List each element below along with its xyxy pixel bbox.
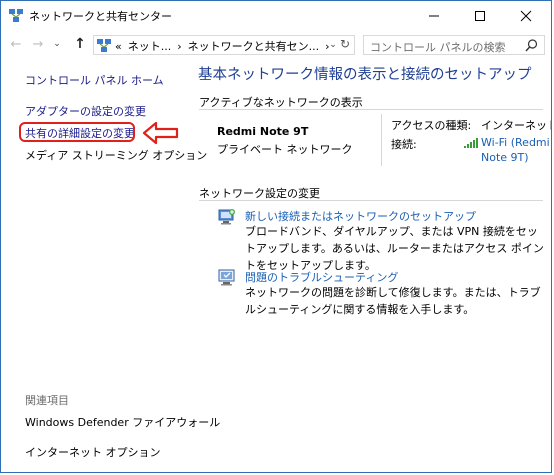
maximize-icon bbox=[475, 11, 485, 21]
control-panel-home-link[interactable]: コントロール パネル ホーム bbox=[25, 72, 164, 88]
navigation-bar: ← → ⌄ ↑ «ネット... › ネットワークと共有セン... › ⌄ ↻ コントロ… bbox=[1, 32, 551, 58]
network-profile: プライベート ネットワーク bbox=[217, 143, 353, 156]
section-divider bbox=[199, 109, 543, 110]
refresh-icon[interactable]: ↻ bbox=[336, 35, 354, 53]
forward-arrow-icon[interactable]: → bbox=[30, 36, 46, 52]
wifi-signal-icon bbox=[464, 138, 478, 148]
title-bar[interactable]: ネットワークと共有センター bbox=[1, 1, 551, 31]
network-center-icon bbox=[97, 39, 111, 52]
left-task-pane: コントロール パネル ホーム アダプターの設定の変更 共有の詳細設定の変更 メデ… bbox=[1, 59, 220, 472]
network-center-icon bbox=[9, 9, 23, 22]
main-content: 基本ネットワーク情報の表示と接続のセットアップ アクティブなネットワークの表示 … bbox=[181, 59, 552, 472]
highlight-box bbox=[19, 122, 135, 142]
breadcrumb: «ネット... › ネットワークと共有セン... › bbox=[115, 38, 336, 54]
up-arrow-icon[interactable]: ↑ bbox=[72, 36, 88, 52]
back-arrow-icon[interactable]: ← bbox=[8, 36, 24, 52]
maximize-button[interactable] bbox=[457, 1, 503, 31]
troubleshoot-icon bbox=[218, 269, 235, 286]
related-items-heading: 関連項目 bbox=[25, 394, 69, 407]
setup-new-connection-link[interactable]: 新しい接続またはネットワークのセットアップ bbox=[245, 208, 476, 224]
breadcrumb-separator[interactable]: › bbox=[177, 40, 181, 53]
wifi-connection-link-line1[interactable]: Wi-Fi (Redmi bbox=[481, 136, 550, 149]
search-input[interactable]: コントロール パネルの検索 bbox=[363, 35, 545, 55]
active-networks-heading: アクティブなネットワークの表示 bbox=[199, 96, 363, 109]
network-name: Redmi Note 9T bbox=[217, 125, 309, 138]
window-title: ネットワークと共有センター bbox=[29, 10, 172, 23]
close-button[interactable] bbox=[503, 1, 549, 31]
recent-locations-chevron-icon[interactable]: ⌄ bbox=[52, 38, 62, 50]
connection-label: 接続: bbox=[391, 138, 417, 151]
wifi-connection-link-line2[interactable]: Note 9T) bbox=[481, 151, 529, 164]
change-adapter-settings-link[interactable]: アダプターの設定の変更 bbox=[25, 103, 146, 119]
setup-new-connection-description: ブロードバンド、ダイヤルアップ、または VPN 接続をセットアップします。あるい… bbox=[245, 225, 544, 272]
address-bar[interactable]: «ネット... › ネットワークと共有セン... › ⌄ bbox=[93, 35, 355, 55]
search-icon bbox=[525, 39, 538, 52]
network-sharing-center-window: ネットワークと共有センター ← → ⌄ ↑ « ネット... › ネットワークと共有セ… bbox=[0, 0, 552, 473]
internet-options-link[interactable]: インターネット オプション bbox=[25, 444, 161, 460]
breadcrumb-item-sharing-center[interactable]: ネットワークと共有セン... bbox=[188, 40, 320, 53]
troubleshoot-problems-description: ネットワークの問題を診断して修復します。または、トラブルシューティングに関する情… bbox=[245, 286, 541, 316]
search-placeholder: コントロール パネルの検索 bbox=[370, 41, 506, 54]
close-icon bbox=[520, 10, 532, 22]
troubleshoot-problems-link[interactable]: 問題のトラブルシューティング bbox=[245, 269, 398, 285]
media-streaming-options-link[interactable]: メディア ストリーミング オプション bbox=[25, 147, 207, 163]
section-divider bbox=[199, 200, 543, 201]
breadcrumb-overflow[interactable]: « bbox=[115, 40, 122, 53]
red-arrow-annotation-icon bbox=[142, 121, 179, 145]
vertical-divider bbox=[381, 114, 382, 166]
breadcrumb-item-network[interactable]: ネット... bbox=[128, 40, 172, 53]
page-title: 基本ネットワーク情報の表示と接続のセットアップ bbox=[198, 67, 532, 83]
change-network-settings-heading: ネットワーク設定の変更 bbox=[199, 187, 320, 200]
access-type-value: インターネット bbox=[481, 119, 552, 132]
minimize-button[interactable] bbox=[411, 1, 457, 31]
access-type-label: アクセスの種類: bbox=[391, 119, 472, 132]
new-connection-icon bbox=[218, 209, 235, 225]
minimize-icon bbox=[429, 15, 439, 17]
